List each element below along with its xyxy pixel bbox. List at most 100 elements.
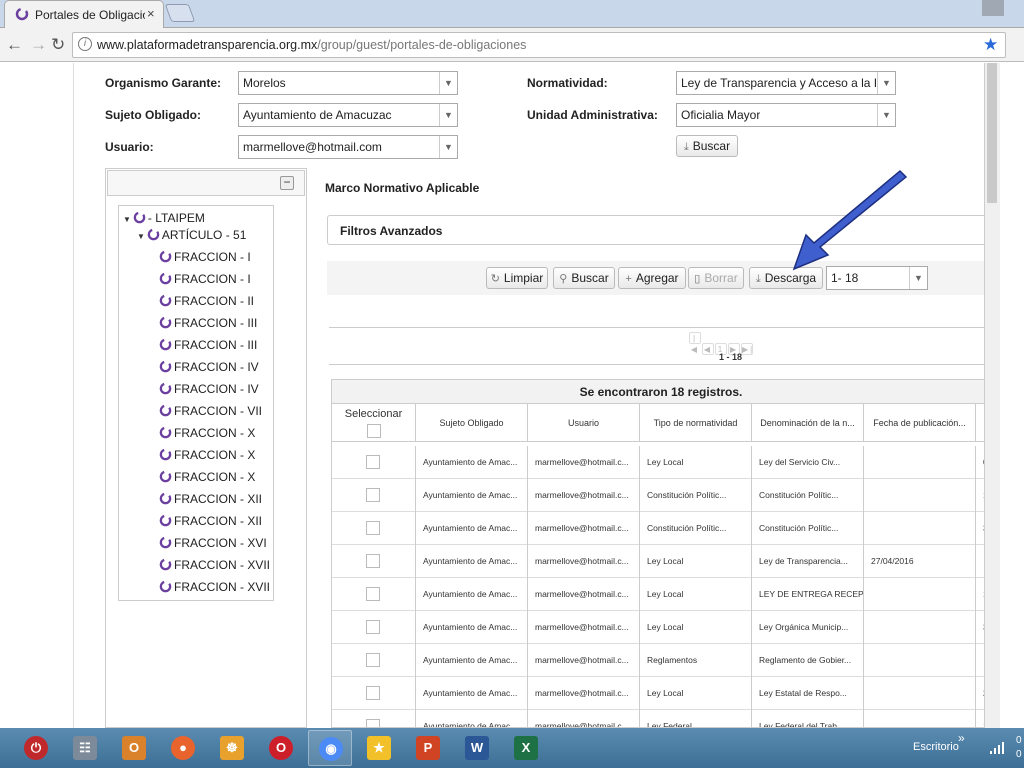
row-checkbox[interactable] [366, 554, 380, 568]
settings-wheel-icon[interactable]: ☸ [210, 730, 254, 766]
info-icon[interactable]: i [78, 37, 92, 51]
tree-node-fraccion[interactable]: FRACCION - VII [159, 404, 262, 418]
column-header-tipo[interactable]: Tipo de normatividad [640, 404, 752, 442]
opera-icon-glyph: O [269, 736, 293, 760]
row-checkbox[interactable] [366, 455, 380, 469]
cell-denominacion: Ley del Servicio Civ... [752, 446, 864, 479]
tree-node-article[interactable]: ▼ ARTÍCULO - 51 [137, 228, 246, 242]
table-row[interactable]: Ayuntamiento de Amac... marmellove@hotmai… [332, 512, 988, 545]
select-all-checkbox[interactable] [366, 424, 381, 438]
row-checkbox[interactable] [366, 521, 380, 535]
firefox-icon[interactable]: ● [161, 730, 205, 766]
tree-node-fraccion[interactable]: FRACCION - I [159, 272, 251, 286]
signal-icon[interactable] [990, 742, 1004, 754]
new-tab-button[interactable] [164, 4, 196, 22]
tree-node-fraccion[interactable]: FRACCION - XII [159, 514, 262, 528]
expand-caret-icon[interactable]: ▼ [123, 215, 131, 224]
chrome-icon[interactable]: ◉ [308, 730, 352, 766]
normatividad-select[interactable]: Ley de Transparencia y Acceso a la Infor… [676, 71, 896, 95]
site-favicon-icon [15, 7, 29, 24]
back-icon[interactable]: ← [6, 35, 23, 55]
favorites-star-icon[interactable]: ★ [357, 730, 401, 766]
table-row[interactable]: Ayuntamiento de Amac... marmellove@hotmai… [332, 644, 988, 677]
power-icon[interactable]: ⏻ [14, 730, 58, 766]
chevron-down-icon[interactable]: ▼ [877, 104, 895, 126]
tab-close-button[interactable]: × [147, 6, 155, 21]
row-checkbox[interactable] [366, 587, 380, 601]
agregar-button[interactable]: + Agregar [618, 267, 686, 289]
chevron-down-icon[interactable]: ▼ [439, 104, 457, 126]
prev-page-icon[interactable]: ◀ [702, 343, 714, 355]
first-page-icon[interactable]: |◀ [689, 332, 701, 354]
table-row[interactable]: Ayuntamiento de Amac... marmellove@hotmai… [332, 677, 988, 710]
expand-caret-icon[interactable]: ▼ [137, 232, 145, 241]
normatividad-label: Normatividad: [527, 76, 608, 90]
chevron-icon[interactable]: » [958, 731, 965, 745]
tree-node-fraccion[interactable]: FRACCION - XII [159, 492, 262, 506]
excel-icon[interactable]: X [504, 730, 548, 766]
opera-icon[interactable]: O [259, 730, 303, 766]
tree-node-fraccion[interactable]: FRACCION - X [159, 426, 255, 440]
outlook-icon[interactable]: O [112, 730, 156, 766]
row-checkbox[interactable] [366, 653, 380, 667]
row-checkbox[interactable] [366, 620, 380, 634]
tree-node-fraccion[interactable]: FRACCION - II [159, 294, 254, 308]
escritorio-label[interactable]: Escritorio [913, 741, 959, 753]
buscar-button[interactable]: ⚲ Buscar [553, 267, 615, 289]
tree-node-fraccion[interactable]: FRACCION - III [159, 338, 257, 352]
chevron-down-icon[interactable]: ▼ [439, 72, 457, 94]
limpiar-button[interactable]: ↻ Limpiar [486, 267, 548, 289]
calculator-icon[interactable]: ☷ [63, 730, 107, 766]
last-page-icon[interactable]: ▶| [741, 343, 753, 355]
table-row[interactable]: Ayuntamiento de Amac... marmellove@hotmai… [332, 545, 988, 578]
node-icon [159, 316, 172, 329]
row-checkbox[interactable] [366, 686, 380, 700]
tree-node-root[interactable]: ▼ - LTAIPEM [123, 211, 205, 225]
scrollbar-thumb[interactable] [987, 63, 997, 203]
page-content: Organismo Garante: Morelos ▼ Normativida… [0, 63, 1024, 728]
tree-node-fraccion[interactable]: FRACCION - XVI [159, 536, 267, 550]
table-row[interactable]: Ayuntamiento de Amac... marmellove@hotmai… [332, 479, 988, 512]
tree-node-fraccion[interactable]: FRACCION - IV [159, 382, 259, 396]
organismo-select[interactable]: Morelos ▼ [238, 71, 458, 95]
tree-node-fraccion[interactable]: FRACCION - III [159, 316, 257, 330]
tree-node-fraccion[interactable]: FRACCION - I [159, 250, 251, 264]
table-row[interactable]: Ayuntamiento de Amac... marmellove@hotmai… [332, 578, 988, 611]
row-checkbox[interactable] [366, 719, 380, 727]
tree-node-fraccion[interactable]: FRACCION - XVII [159, 558, 270, 572]
column-header-sujeto[interactable]: Sujeto Obligado [416, 404, 528, 442]
collapse-button[interactable]: − [280, 176, 294, 190]
unidad-select[interactable]: Oficialia Mayor ▼ [676, 103, 896, 127]
column-header-usuario[interactable]: Usuario [528, 404, 640, 442]
chevron-down-icon[interactable]: ▼ [439, 136, 457, 158]
powerpoint-icon[interactable]: P [406, 730, 450, 766]
node-icon [147, 228, 160, 241]
word-icon[interactable]: W [455, 730, 499, 766]
chevron-down-icon[interactable]: ▼ [909, 267, 927, 289]
tree-node-fraccion[interactable]: FRACCION - X [159, 448, 255, 462]
form-buscar-button[interactable]: ⤓ Buscar [676, 135, 738, 157]
row-checkbox[interactable] [366, 488, 380, 502]
profile-icon[interactable] [982, 0, 1004, 16]
borrar-button[interactable]: ▯ Borrar [688, 267, 744, 289]
table-row[interactable]: Ayuntamiento de Amac... marmellove@hotmai… [332, 710, 988, 727]
reload-icon[interactable]: ↻ [51, 35, 65, 55]
sujeto-select[interactable]: Ayuntamiento de Amacuzac ▼ [238, 103, 458, 127]
bookmark-star-icon[interactable]: ★ [983, 35, 998, 55]
node-icon [159, 558, 172, 571]
column-header-denominacion[interactable]: Denominación de la n... [752, 404, 864, 442]
table-row[interactable]: Ayuntamiento de Amac... marmellove@hotmai… [332, 446, 988, 479]
usuario-select[interactable]: marmellove@hotmail.com ▼ [238, 135, 458, 159]
chevron-down-icon[interactable]: ▼ [877, 72, 895, 94]
clock[interactable]: 00 [1016, 734, 1022, 762]
tree-node-fraccion[interactable]: FRACCION - XVII [159, 580, 270, 594]
tree-node-fraccion[interactable]: FRACCION - IV [159, 360, 259, 374]
page-scrollbar[interactable] [984, 63, 1000, 728]
address-bar[interactable]: i www.plataformadetransparencia.org.mx/g… [72, 32, 1006, 58]
cell-sujeto: Ayuntamiento de Amac... [416, 545, 528, 578]
tree-node-fraccion[interactable]: FRACCION - X [159, 470, 255, 484]
browser-tab[interactable]: Portales de Obligaciones × [4, 0, 164, 28]
column-header-fecha[interactable]: Fecha de publicación... [864, 404, 976, 442]
forward-icon[interactable]: → [30, 35, 47, 55]
table-row[interactable]: Ayuntamiento de Amac... marmellove@hotmai… [332, 611, 988, 644]
